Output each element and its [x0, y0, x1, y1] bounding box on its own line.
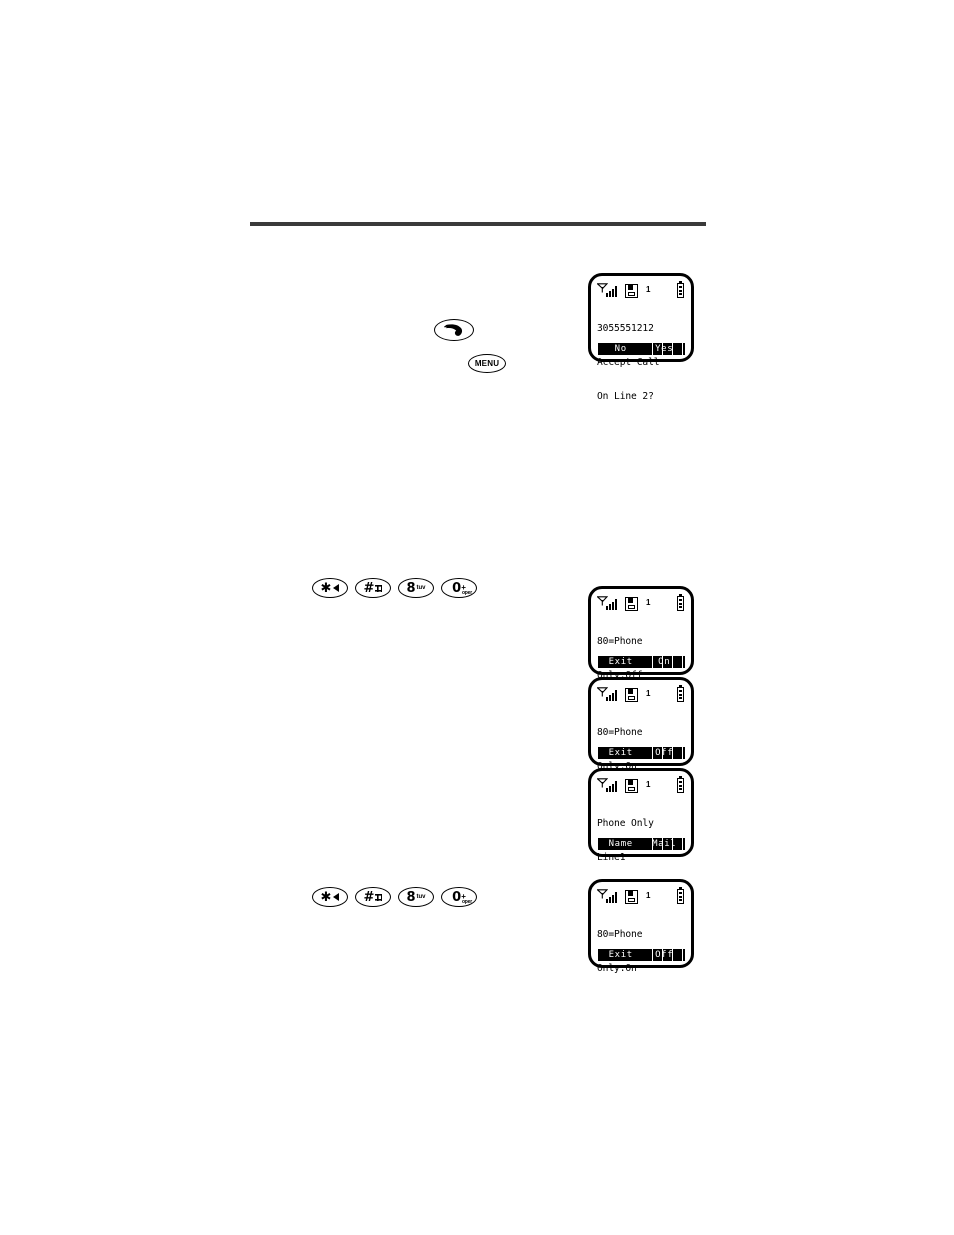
phone-display-phone-only-on-2: 1 80=Phone Only:On Exit Off	[588, 879, 694, 974]
soft-key-left[interactable]: Exit	[598, 747, 644, 759]
signal-strength-icon	[597, 687, 619, 702]
screen-line: Line1	[597, 852, 626, 864]
pound-key[interactable]: #	[355, 887, 391, 907]
signal-strength-icon	[597, 778, 619, 793]
line-indicator: 1	[646, 285, 651, 294]
soft-key-bar: Exit On	[597, 656, 686, 668]
star-key-label: ✱	[320, 889, 332, 905]
screen-line: Accept Call	[597, 357, 660, 369]
soft-key-bar: Name Mail	[597, 838, 686, 850]
pound-key-label: #	[363, 889, 375, 905]
key-sequence-1: ✱ # 8 tuv 0 + oper	[312, 578, 477, 598]
signal-strength-icon	[597, 889, 619, 904]
key-sequence-2: ✱ # 8 tuv 0 + oper	[312, 887, 477, 907]
send-call-icon	[443, 324, 463, 336]
eight-key-letters: tuv	[416, 894, 426, 900]
status-bar: 1	[597, 886, 686, 904]
line-indicator: 1	[646, 598, 651, 607]
soft-key-left[interactable]: No	[598, 343, 644, 355]
soft-key-bar: Exit Off	[597, 747, 686, 759]
eight-key-label: 8	[406, 580, 416, 596]
manual-page: MENU ✱ # 8 tuv 0 + oper ✱ # 8 tuv 0 + op…	[0, 0, 954, 1235]
zero-key-oper: oper	[461, 899, 472, 905]
line-indicator: 1	[646, 780, 651, 789]
line-indicator: 1	[646, 689, 651, 698]
battery-icon	[677, 684, 684, 702]
screen-line: 80=Phone	[597, 635, 643, 647]
soft-key-bar: Exit Off	[597, 949, 686, 961]
message-waiting-icon	[625, 688, 638, 702]
phone-display-phone-only-on: 1 80=Phone Only:On Exit Off	[588, 677, 694, 772]
pound-key-grid-icon	[375, 584, 383, 592]
soft-key-right[interactable]: Mail	[643, 838, 685, 850]
phone-display-incoming-call: 1 3055551212 Accept Call On Line 2? No Y…	[588, 273, 694, 402]
screen-line: 80=Phone	[597, 726, 643, 738]
signal-strength-icon	[597, 283, 619, 298]
eight-key[interactable]: 8 tuv	[398, 578, 434, 598]
zero-key-label: 0	[452, 580, 462, 596]
status-bar: 1	[597, 775, 686, 793]
battery-icon	[677, 775, 684, 793]
pound-key-grid-icon	[375, 893, 383, 901]
soft-key-right[interactable]: Yes	[643, 343, 685, 355]
soft-key-left[interactable]: Exit	[598, 656, 644, 668]
eight-key-label: 8	[406, 889, 416, 905]
status-bar: 1	[597, 684, 686, 702]
status-bar: 1	[597, 280, 686, 298]
soft-key-left[interactable]: Exit	[598, 949, 644, 961]
screen-line: Only:On	[597, 963, 637, 975]
eight-key[interactable]: 8 tuv	[398, 887, 434, 907]
star-key-label: ✱	[320, 580, 332, 596]
battery-icon	[677, 593, 684, 611]
star-key[interactable]: ✱	[312, 887, 348, 907]
pound-key-label: #	[363, 580, 375, 596]
message-waiting-icon	[625, 284, 638, 298]
star-key[interactable]: ✱	[312, 578, 348, 598]
soft-key-right[interactable]: On	[643, 656, 685, 668]
section-divider-rule	[250, 222, 706, 226]
zero-key[interactable]: 0 + oper	[441, 887, 477, 907]
menu-key[interactable]: MENU	[468, 354, 506, 373]
message-waiting-icon	[625, 890, 638, 904]
line-indicator: 1	[646, 891, 651, 900]
screen-line: On Line 2?	[597, 391, 654, 403]
screen-line: 3055551212	[597, 322, 654, 334]
soft-key-bar: No Yes	[597, 343, 686, 355]
battery-icon	[677, 280, 684, 298]
message-waiting-icon	[625, 597, 638, 611]
soft-key-right[interactable]: Off	[643, 747, 685, 759]
screen-text: 3055551212 Accept Call On Line 2?	[597, 300, 686, 425]
screen-line: 80=Phone	[597, 928, 643, 940]
soft-key-right[interactable]: Off	[643, 949, 685, 961]
screen-line: Phone Only	[597, 817, 654, 829]
star-key-triangle-icon	[333, 893, 340, 901]
zero-key-oper: oper	[461, 590, 472, 596]
battery-icon	[677, 886, 684, 904]
signal-strength-icon	[597, 596, 619, 611]
menu-key-label: MENU	[474, 359, 500, 368]
star-key-triangle-icon	[333, 584, 340, 592]
zero-key-label: 0	[452, 889, 462, 905]
send-call-key[interactable]	[434, 319, 474, 341]
soft-key-left[interactable]: Name	[598, 838, 644, 850]
eight-key-letters: tuv	[416, 585, 426, 591]
pound-key[interactable]: #	[355, 578, 391, 598]
zero-key[interactable]: 0 + oper	[441, 578, 477, 598]
phone-display-idle-phone-only: 1 Phone Only Line1 2:12a 07/21 Name Mail	[588, 768, 694, 897]
phone-display-phone-only-off: 1 80=Phone Only:Off Exit On	[588, 586, 694, 681]
status-bar: 1	[597, 593, 686, 611]
message-waiting-icon	[625, 779, 638, 793]
